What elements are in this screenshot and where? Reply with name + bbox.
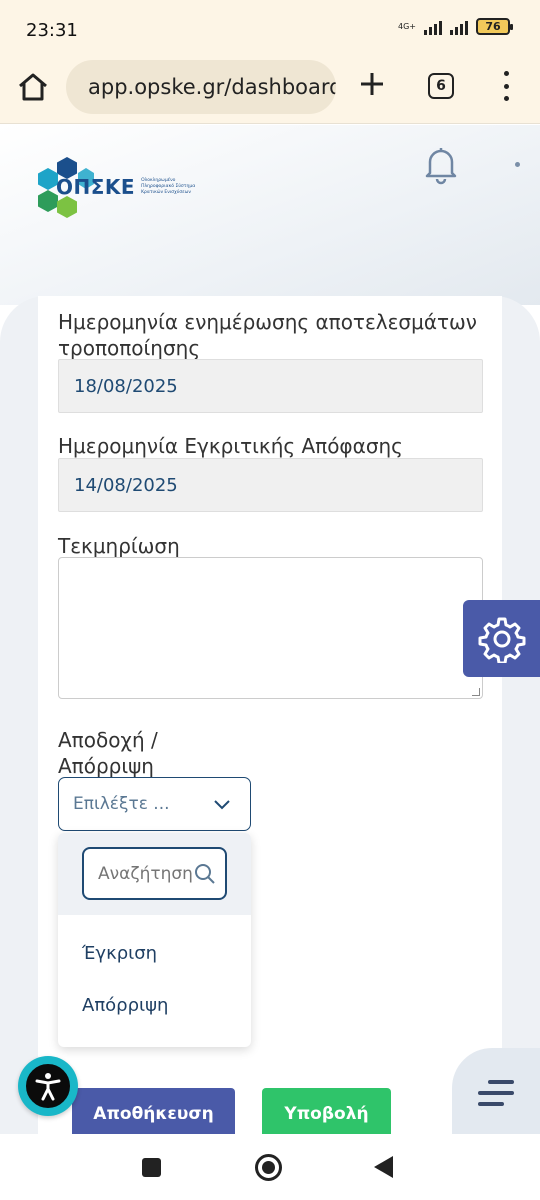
- status-bar: 23:31 4G+ 76: [0, 0, 540, 58]
- new-tab-icon[interactable]: [358, 70, 386, 98]
- home-icon[interactable]: [16, 70, 50, 104]
- approval-date-field[interactable]: 14/08/2025: [58, 458, 483, 512]
- address-bar[interactable]: app.opske.gr/dashboard: [66, 60, 336, 114]
- menu-button[interactable]: [452, 1048, 540, 1138]
- battery-level: 76: [485, 20, 501, 33]
- decision-select[interactable]: Επιλέξτε ...: [58, 777, 251, 831]
- dropdown-search-area: [58, 833, 251, 915]
- update-date-field[interactable]: 18/08/2025: [58, 359, 483, 413]
- option-approve[interactable]: Έγκριση: [82, 943, 157, 964]
- justification-textarea[interactable]: [58, 557, 483, 699]
- back-icon[interactable]: [374, 1156, 393, 1178]
- opske-logo[interactable]: ΟΠΣΚΕ Ολοκληρωμένο Πληροφοριακό Σύστημα …: [36, 155, 201, 219]
- approval-date-label: Ημερομηνία Εγκριτικής Απόφασης: [58, 434, 403, 458]
- network-type: 4G+: [398, 21, 416, 31]
- status-time: 23:31: [26, 20, 78, 41]
- recents-icon[interactable]: [142, 1158, 161, 1177]
- home-nav-icon[interactable]: [255, 1154, 282, 1181]
- settings-button[interactable]: [463, 600, 540, 677]
- resize-handle-icon[interactable]: [472, 688, 480, 696]
- tab-switcher-button[interactable]: 6: [428, 73, 454, 99]
- gear-icon: [478, 617, 525, 663]
- decision-dropdown: Έγκριση Απόρριψη: [58, 833, 251, 1047]
- signal-icon-2: [450, 19, 468, 35]
- status-icons: 4G+ 76: [398, 18, 513, 35]
- menu-lines-icon: [478, 1080, 514, 1106]
- accessibility-button[interactable]: [18, 1056, 78, 1116]
- search-icon: [195, 864, 215, 884]
- browser-toolbar: app.opske.gr/dashboard 6: [0, 58, 540, 124]
- indicator-dot: [515, 162, 520, 167]
- submit-button[interactable]: Υποβολή: [262, 1088, 391, 1140]
- logo-text: ΟΠΣΚΕ: [56, 175, 136, 199]
- justification-label: Τεκμηρίωση: [58, 534, 180, 558]
- logo-subtitle: Ολοκληρωμένο Πληροφοριακό Σύστημα Κρατικ…: [141, 178, 196, 195]
- browser-menu-icon[interactable]: [500, 71, 512, 101]
- page-header: ΟΠΣΚΕ Ολοκληρωμένο Πληροφοριακό Σύστημα …: [0, 125, 540, 305]
- url-text[interactable]: app.opske.gr/dashboard: [88, 75, 336, 99]
- decision-select-value: Επιλέξτε ...: [73, 794, 170, 814]
- battery-icon: 76: [476, 18, 513, 35]
- update-date-label: Ημερομηνία ενημέρωσης αποτελεσμάτων τροπ…: [58, 310, 477, 360]
- signal-icon: [424, 19, 442, 35]
- accessibility-icon: [35, 1073, 61, 1101]
- decision-label: Αποδοχή / Απόρριψη: [58, 728, 158, 778]
- bell-icon[interactable]: [420, 143, 462, 185]
- option-reject[interactable]: Απόρριψη: [82, 995, 168, 1016]
- save-button[interactable]: Αποθήκευση: [72, 1088, 235, 1140]
- chevron-down-icon: [214, 800, 230, 810]
- system-nav-bar: [0, 1134, 540, 1200]
